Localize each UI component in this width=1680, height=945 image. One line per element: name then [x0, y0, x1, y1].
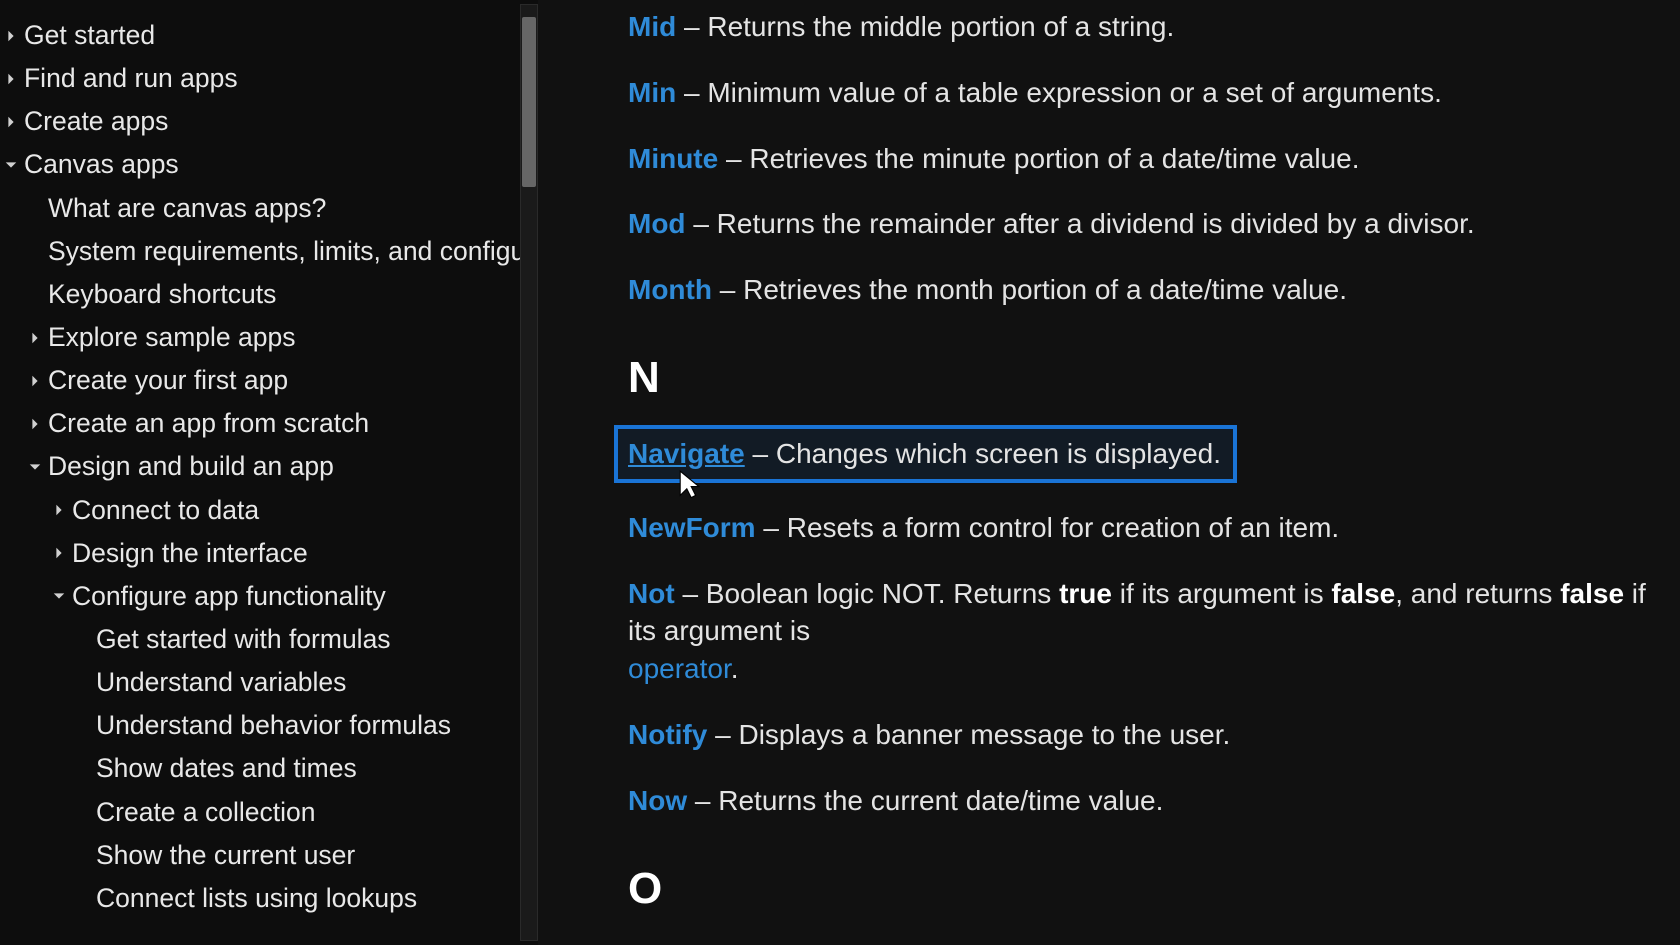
fn-desc: Returns the remainder after a dividend i… [717, 208, 1475, 239]
sidebar-item[interactable]: Create your first app [0, 359, 524, 402]
sidebar-item[interactable]: Design and build an app [0, 445, 524, 488]
sidebar-item-label: Show dates and times [96, 754, 357, 783]
fn-entry-month: Month – Retrieves the month portion of a… [628, 271, 1680, 309]
sidebar-item[interactable]: Connect to data [0, 489, 524, 532]
section-heading-o: O [628, 864, 1680, 914]
sidebar-item[interactable]: Keyboard shortcuts [0, 273, 524, 316]
sidebar-item[interactable]: Get started with formulas [0, 618, 524, 661]
fn-desc: Returns the current date/time value. [718, 785, 1163, 816]
sidebar-item[interactable]: Find and run apps [0, 57, 524, 100]
sidebar-item-label: Create a collection [96, 798, 315, 827]
fn-desc: Displays a banner message to the user. [738, 719, 1230, 750]
sidebar-scroll[interactable]: Get started Find and run apps Create apps C… [0, 0, 524, 945]
fn-desc: Resets a form control for creation of an… [787, 512, 1339, 543]
sidebar-item-label: Connect to data [72, 496, 259, 525]
fn-link-newform[interactable]: NewForm [628, 512, 756, 543]
sidebar-nav: Get started Find and run apps Create apps C… [0, 0, 538, 945]
fn-desc: Returns the middle portion of a string. [707, 11, 1174, 42]
chevron-down-icon [4, 158, 18, 172]
sidebar-item-label: Create apps [24, 107, 168, 136]
sidebar-item[interactable]: Understand behavior formulas [0, 704, 524, 747]
chevron-right-icon [28, 374, 42, 388]
section-heading-n: N [628, 353, 1680, 403]
fn-link-not[interactable]: Not [628, 578, 675, 609]
sidebar-item[interactable]: What are canvas apps? [0, 187, 524, 230]
sidebar-item-label: Understand variables [96, 668, 346, 697]
chevron-down-icon [28, 460, 42, 474]
fn-entry-minute: Minute – Retrieves the minute portion of… [628, 140, 1680, 178]
sidebar-item-label: Find and run apps [24, 64, 238, 93]
sidebar-item[interactable]: Create an app from scratch [0, 402, 524, 445]
sidebar-item-label: Connect lists using lookups [96, 884, 417, 913]
fn-entry-navigate-wrapper: Navigate – Changes which screen is displ… [628, 425, 1680, 483]
fn-desc: Retrieves the month portion of a date/ti… [743, 274, 1347, 305]
fn-desc: Changes which screen is displayed. [776, 438, 1221, 469]
content-pane: Mid – Returns the middle portion of a st… [538, 0, 1680, 945]
app-root: Get started Find and run apps Create apps C… [0, 0, 1680, 945]
operator-link[interactable]: operator [628, 653, 731, 684]
fn-desc: Retrieves the minute portion of a date/t… [749, 143, 1359, 174]
fn-entry-not: Not – Boolean logic NOT. Returns true if… [628, 575, 1680, 688]
fn-link-mid[interactable]: Mid [628, 11, 676, 42]
chevron-down-icon [52, 589, 66, 603]
sidebar-scrollbar-thumb[interactable] [522, 17, 536, 187]
sidebar-item[interactable]: Show dates and times [0, 747, 524, 790]
chevron-right-icon [52, 546, 66, 560]
fn-entry-or: Or – Boolean logic OR. Returns true if a… [628, 940, 1680, 945]
sidebar-item-label: System requirements, limits, and configu… [48, 237, 524, 266]
fn-link-month[interactable]: Month [628, 274, 712, 305]
sidebar-item-label: Design the interface [72, 539, 308, 568]
sidebar-item[interactable]: Explore sample apps [0, 316, 524, 359]
sidebar-item-label: What are canvas apps? [48, 194, 326, 223]
chevron-right-icon [4, 72, 18, 86]
fn-link-navigate[interactable]: Navigate [628, 438, 745, 469]
sidebar-item-label: Canvas apps [24, 150, 179, 179]
fn-desc: Minimum value of a table expression or a… [707, 77, 1442, 108]
fn-link-mod[interactable]: Mod [628, 208, 686, 239]
sidebar-item[interactable]: Get started [0, 14, 524, 57]
sidebar-item[interactable]: Show the current user [0, 834, 524, 877]
highlight-navigate: Navigate – Changes which screen is displ… [614, 425, 1237, 483]
fn-entry-notify: Notify – Displays a banner message to th… [628, 716, 1680, 754]
nav-list: Get started Find and run apps Create apps C… [0, 14, 524, 920]
sidebar-item-label: Create an app from scratch [48, 409, 369, 438]
sidebar-item-label: Configure app functionality [72, 582, 386, 611]
fn-entry-mod: Mod – Returns the remainder after a divi… [628, 205, 1680, 243]
chevron-right-icon [28, 417, 42, 431]
fn-entry-now: Now – Returns the current date/time valu… [628, 782, 1680, 820]
fn-link-min[interactable]: Min [628, 77, 676, 108]
sidebar-item-label: Keyboard shortcuts [48, 280, 276, 309]
chevron-right-icon [4, 115, 18, 129]
sidebar-item-label: Explore sample apps [48, 323, 295, 352]
sidebar-item-label: Understand behavior formulas [96, 711, 451, 740]
chevron-right-icon [28, 331, 42, 345]
chevron-right-icon [52, 503, 66, 517]
sidebar-item[interactable]: Create apps [0, 100, 524, 143]
sidebar-item-label: Get started with formulas [96, 625, 391, 654]
fn-link-now[interactable]: Now [628, 785, 687, 816]
cursor-icon [678, 469, 700, 497]
sidebar-item[interactable]: Configure app functionality [0, 575, 524, 618]
sidebar-item[interactable]: Design the interface [0, 532, 524, 575]
sidebar-item-label: Show the current user [96, 841, 355, 870]
fn-link-minute[interactable]: Minute [628, 143, 718, 174]
sidebar-item-label: Create your first app [48, 366, 288, 395]
sidebar-item-label: Get started [24, 21, 155, 50]
fn-entry-newform: NewForm – Resets a form control for crea… [628, 509, 1680, 547]
fn-entry-mid: Mid – Returns the middle portion of a st… [628, 8, 1680, 46]
fn-link-notify[interactable]: Notify [628, 719, 707, 750]
fn-entry-min: Min – Minimum value of a table expressio… [628, 74, 1680, 112]
sidebar-item[interactable]: Create a collection [0, 791, 524, 834]
sidebar-item[interactable]: Canvas apps [0, 143, 524, 186]
sidebar-item[interactable]: System requirements, limits, and configu… [0, 230, 524, 273]
sidebar-item[interactable]: Connect lists using lookups [0, 877, 524, 920]
sidebar-item[interactable]: Understand variables [0, 661, 524, 704]
chevron-right-icon [4, 29, 18, 43]
sidebar-scrollbar-track[interactable] [520, 4, 538, 941]
sidebar-item-label: Design and build an app [48, 452, 334, 481]
